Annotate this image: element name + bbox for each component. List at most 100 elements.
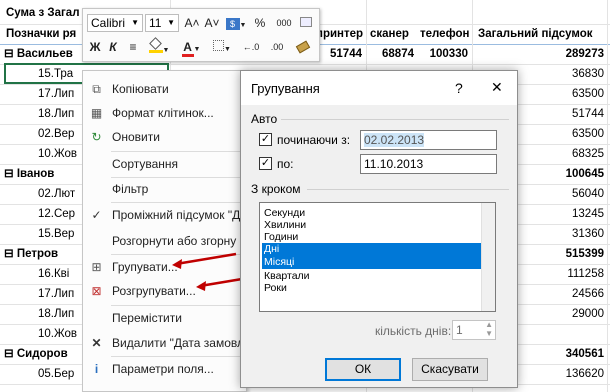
date-row-label[interactable]: 02.Лют (38, 184, 82, 204)
group-icon: ⊞ (91, 260, 102, 274)
group-row-sydorov[interactable]: ⊟ Сидоров (4, 344, 82, 364)
chevron-down-icon: ▼ (167, 18, 175, 27)
menu-item-subtotal[interactable]: ✓ Проміжний підсумок "Д (83, 203, 248, 227)
menu-item-label: Перемістити (112, 311, 182, 325)
copy-icon: ⧉ (92, 82, 101, 96)
ending-at-value: 11.10.2013 (364, 157, 424, 171)
ok-button[interactable]: ОК (325, 358, 401, 381)
column-header-printer[interactable]: принтер (316, 24, 366, 44)
column-header-scanner[interactable]: сканер (370, 24, 420, 44)
ending-label: по: (277, 157, 294, 171)
currency-format-button[interactable]: $ ▼ (225, 14, 247, 32)
date-row-label[interactable]: 10.Жов (38, 324, 82, 344)
date-row-label[interactable]: 12.Сер (38, 204, 82, 224)
dialog-title: Групування (251, 81, 320, 96)
fill-color-button[interactable]: ▼ (145, 37, 173, 56)
list-item[interactable]: Години (262, 231, 481, 243)
group-divider (307, 189, 509, 190)
group-row-ivanov[interactable]: ⊟ Іванов (4, 164, 82, 184)
number-of-days-field[interactable]: 1 ▲ ▼ (452, 320, 496, 340)
cell-value-caption[interactable]: Сума з Загал (6, 3, 86, 23)
arrowhead-icon (172, 259, 182, 269)
shrink-font-button[interactable]: A˅ (203, 14, 221, 32)
cell-styles-button[interactable] (297, 14, 315, 32)
help-button[interactable]: ? (455, 80, 463, 96)
remove-icon: ✕ (91, 336, 102, 350)
align-center-button[interactable]: ≡ (125, 38, 141, 56)
menu-item-label: Групувати... (112, 260, 178, 274)
list-item[interactable]: Секунди (262, 207, 481, 219)
ending-checkbox[interactable]: ✓ (259, 157, 272, 170)
cancel-button[interactable]: Скасувати (412, 358, 488, 381)
date-row-label[interactable]: 17.Лип (38, 284, 82, 304)
date-row-label[interactable]: 16.Кві (38, 264, 82, 284)
context-menu: ⧉ Копіювати ▦ Формат клітинок... ↻ Онови… (82, 70, 248, 392)
menu-item-label: Сортування (112, 157, 179, 171)
auto-group-label: Авто (251, 112, 278, 126)
menu-item-label: Копіювати (112, 82, 169, 96)
row-labels-header[interactable]: Позначки ря (6, 24, 86, 44)
menu-item-label: Проміжний підсумок "Д (112, 208, 241, 222)
arrowhead-icon (196, 281, 206, 291)
italic-button[interactable]: К (105, 38, 121, 56)
decrease-decimal-button[interactable]: .00 (265, 38, 289, 56)
by-step-label: З кроком (251, 182, 301, 196)
number-of-days-label: кількість днів: (375, 324, 452, 338)
format-painter-button[interactable] (293, 38, 313, 56)
bold-button[interactable]: Ж (87, 38, 103, 56)
close-button[interactable]: ✕ (491, 79, 503, 96)
menu-item-refresh[interactable]: ↻ Оновити (83, 125, 248, 149)
font-name-box[interactable]: Calibri ▼ (87, 14, 143, 32)
dialog-titlebar[interactable]: Групування ? ✕ (241, 71, 517, 105)
font-color-button[interactable]: A ▼ (177, 38, 205, 57)
spin-arrows-icon[interactable]: ▲ ▼ (485, 320, 493, 338)
listbox-scrollbar[interactable] (481, 203, 495, 311)
list-item-selected[interactable]: Дні (262, 243, 481, 256)
date-row-label[interactable]: 10.Жов (38, 144, 82, 164)
column-header-total[interactable]: Загальний підсумок (478, 24, 606, 44)
list-item-selected[interactable]: Місяці (262, 256, 481, 269)
group-row-petrov[interactable]: ⊟ Петров (4, 244, 82, 264)
format-cells-icon: ▦ (90, 106, 103, 120)
group-row-vasylyev[interactable]: ⊟ Васильев (4, 44, 82, 64)
menu-item-copy[interactable]: ⧉ Копіювати (83, 77, 248, 101)
date-row-label[interactable]: 18.Лип (38, 304, 82, 324)
ending-at-field[interactable]: 11.10.2013 (360, 154, 497, 174)
menu-item-remove-field[interactable]: ✕ Видалити "Дата замовл (83, 331, 248, 355)
cell-vasylyev-total[interactable]: 289273 (480, 44, 604, 64)
percent-style-button[interactable]: % (251, 14, 269, 32)
group-by-listbox[interactable]: Секунди Хвилини Години Дні Місяці Кварта… (259, 202, 496, 312)
menu-item-label: Фільтр (112, 182, 149, 196)
menu-item-label: Оновити (112, 130, 160, 144)
grow-font-button[interactable]: A˄ (183, 14, 201, 32)
menu-item-sort[interactable]: Сортування (83, 152, 248, 176)
starting-checkbox[interactable]: ✓ (259, 133, 272, 146)
starting-label: починаючи з: (277, 133, 351, 147)
font-name-value: Calibri (91, 16, 126, 30)
menu-item-format-cells[interactable]: ▦ Формат клітинок... (83, 101, 248, 125)
date-row-label[interactable]: 15.Вер (38, 224, 82, 244)
cell-vasylyev-phone[interactable]: 100330 (420, 44, 468, 64)
date-row-label[interactable]: 17.Лип (38, 84, 82, 104)
menu-item-move[interactable]: Перемістити (83, 306, 248, 330)
list-item[interactable]: Роки (262, 282, 481, 294)
cell-vasylyev-scanner[interactable]: 68874 (370, 44, 414, 64)
list-item[interactable]: Квартали (262, 270, 481, 282)
arrow-to-group-icon (175, 252, 237, 266)
menu-item-field-settings[interactable]: i Параметри поля... (83, 357, 248, 381)
font-size-box[interactable]: 11 ▼ (145, 14, 179, 32)
borders-button[interactable]: ▼ (209, 38, 235, 56)
date-row-label[interactable]: 18.Лип (38, 104, 82, 124)
column-header-phone[interactable]: телефон (420, 24, 475, 44)
increase-decimal-button[interactable]: ←.0 (239, 38, 263, 56)
list-item[interactable]: Хвилини (262, 219, 481, 231)
date-row-label[interactable]: 02.Вер (38, 124, 82, 144)
menu-item-label: Формат клітинок... (112, 106, 214, 120)
paint-bucket-icon (148, 37, 163, 53)
menu-item-filter[interactable]: Фільтр (83, 177, 248, 201)
starting-at-field[interactable]: 02.02.2013 (360, 130, 497, 150)
grouping-dialog: Групування ? ✕ Авто ✓ починаючи з: 02.02… (240, 70, 518, 388)
comma-style-button[interactable]: 000 (273, 14, 295, 32)
borders-icon (213, 40, 225, 51)
date-row-label[interactable]: 05.Бер (38, 364, 82, 384)
